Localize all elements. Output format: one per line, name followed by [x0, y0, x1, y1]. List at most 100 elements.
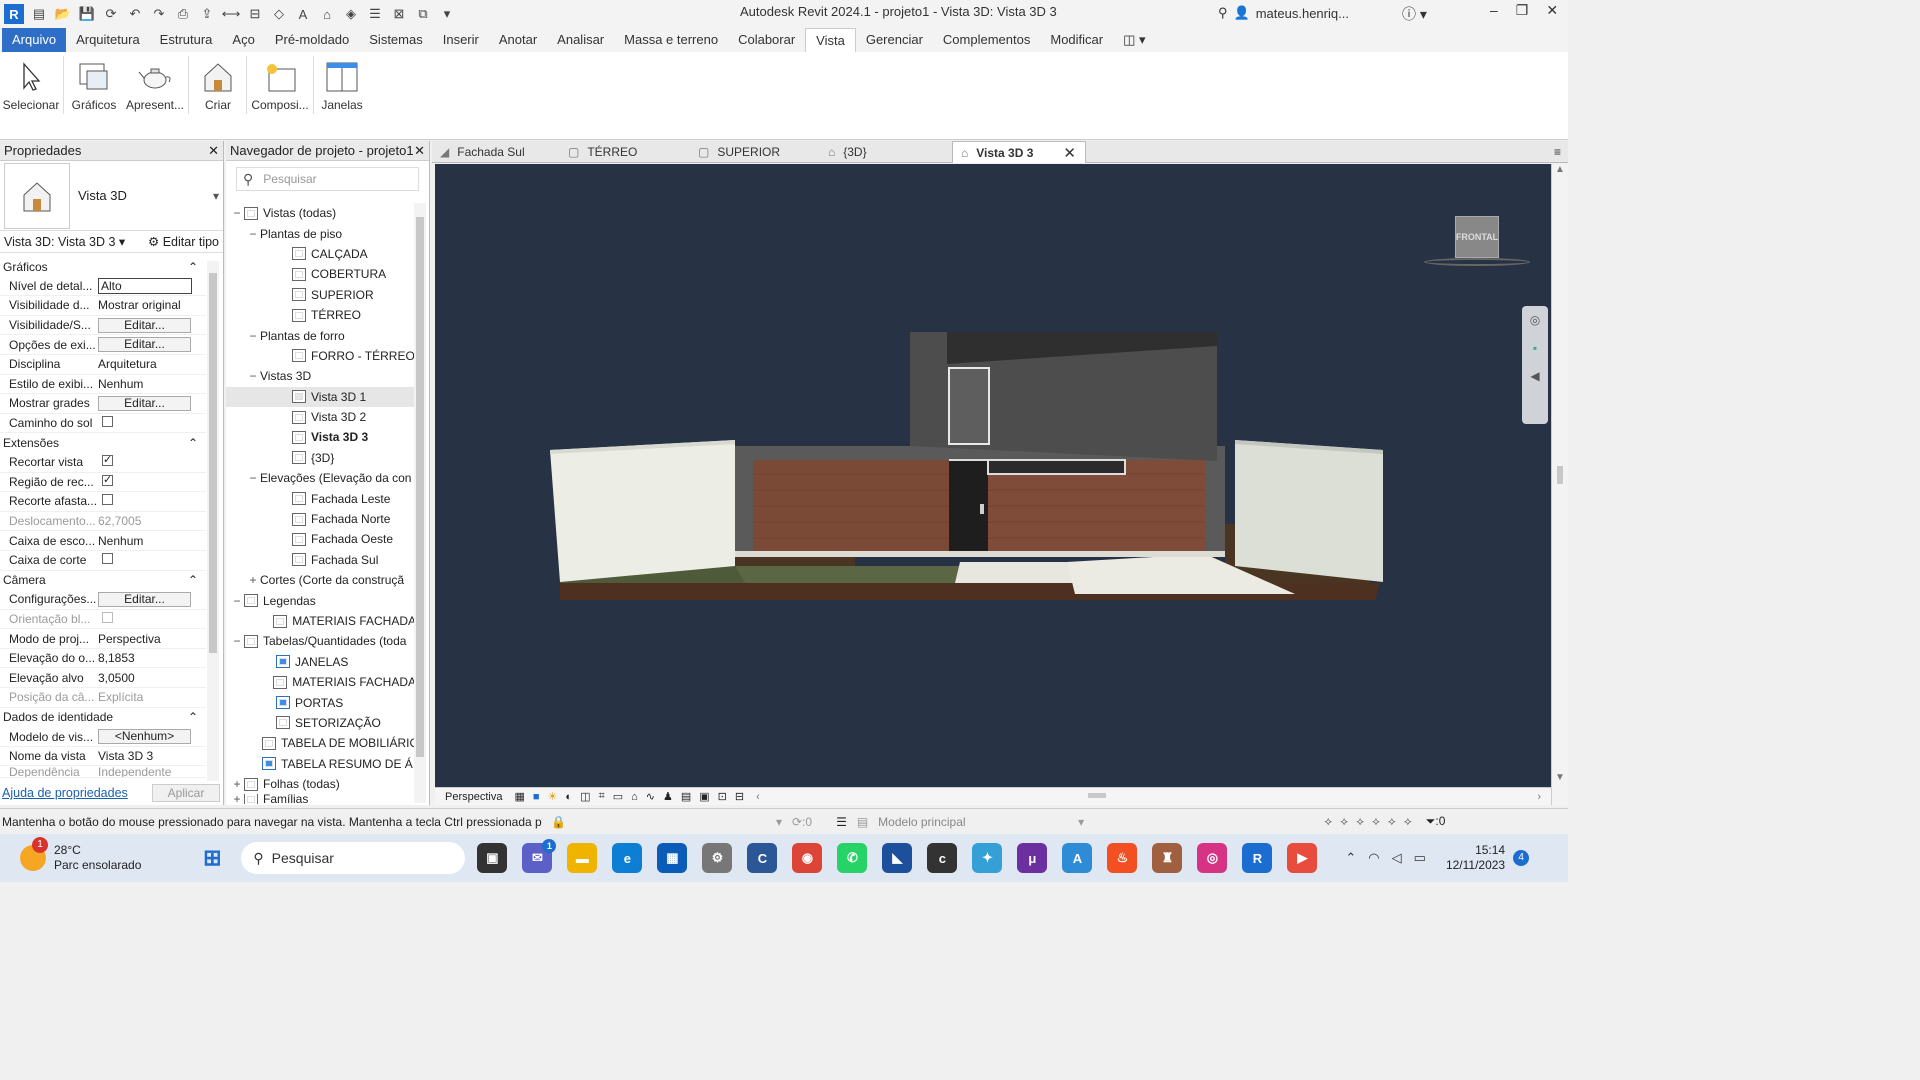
align-icon[interactable]: ⊟ — [246, 5, 264, 23]
chrome-icon[interactable]: ◉ — [792, 843, 823, 873]
visual-style-icon[interactable]: ■ — [533, 791, 540, 803]
notification-badge[interactable]: 4 — [1513, 850, 1530, 866]
browser-item[interactable]: − Plantas de forro — [226, 325, 416, 345]
measure-icon[interactable]: ⟷ — [222, 5, 241, 23]
ribbon-tab-9[interactable]: Massa e terreno — [614, 28, 728, 52]
view-tab-terreo[interactable]: ▢ TÉRREO — [560, 141, 690, 163]
browser-item[interactable]: Fachada Oeste — [226, 529, 416, 549]
browser-item[interactable]: TÉRREO — [226, 305, 416, 325]
browser-item[interactable]: − Plantas de piso — [226, 223, 416, 243]
viewcube-front[interactable]: FRONTAL — [1455, 216, 1499, 258]
app-flame-icon[interactable]: ♨ — [1107, 843, 1138, 873]
user-name[interactable]: mateus.henriq... — [1256, 6, 1349, 21]
browser-item[interactable]: + Folhas (todas) — [226, 774, 416, 794]
browser-item[interactable]: MATERIAIS FACHADA — [226, 611, 416, 631]
view-tab-fachada-sul[interactable]: ◢ Fachada Sul — [432, 141, 560, 163]
filter-icon[interactable]: ⏷:0 — [1426, 814, 1446, 829]
view-tab-superior[interactable]: ▢ SUPERIOR — [690, 141, 820, 163]
analytical-icon[interactable]: ⊡ — [718, 790, 727, 803]
restore-icon[interactable]: ❐ — [1516, 2, 1529, 19]
section-camera[interactable]: Câmera ⌃ — [0, 570, 206, 591]
sun-icon[interactable]: ☀ — [548, 790, 558, 803]
selection-icons[interactable]: ⟡⟡⟡⟡⟡⟡ — [1324, 814, 1420, 829]
scroll-left-icon[interactable]: ‹ — [756, 791, 760, 803]
vertical-scrollbar[interactable]: ▲ ▼ — [1551, 164, 1568, 805]
help-icon[interactable]: ⓘ ▾ — [1402, 4, 1427, 24]
close-hidden-icon[interactable]: ⊠ — [390, 5, 408, 23]
browser-item[interactable]: TABELA DE MOBILIÁRIO — [226, 733, 416, 753]
task-view-icon[interactable]: ▣ — [477, 843, 508, 873]
view-template-button[interactable]: <Nenhum> — [98, 729, 191, 745]
browser-item[interactable]: + Cortes (Corte da construçã — [226, 570, 416, 590]
steering-wheel-icon[interactable]: ◎ — [1522, 306, 1548, 334]
browser-item[interactable]: CALÇADA — [226, 244, 416, 264]
browser-item[interactable]: Fachada Sul — [226, 550, 416, 570]
ribbon-toggle-icon[interactable]: ◫ ▾ — [1113, 28, 1155, 52]
undo-icon[interactable]: ↶ — [126, 5, 144, 23]
detail-level-field[interactable]: Alto — [98, 277, 192, 294]
horizontal-scrollbar[interactable] — [768, 792, 1530, 801]
select-button[interactable]: Selecionar — [2, 54, 60, 112]
model-dropdown-icon[interactable]: ▾ — [1078, 815, 1084, 829]
app-star-icon[interactable]: ✦ — [972, 843, 1003, 873]
collapse-icon[interactable]: − — [230, 206, 244, 220]
3d-viewport[interactable]: FRONTAL ◎ ▪ ◀ — [435, 164, 1551, 787]
browser-item[interactable]: MATERIAIS FACHADA — [226, 672, 416, 692]
text-icon[interactable]: A — [294, 5, 312, 23]
ribbon-tab-10[interactable]: Colaborar — [728, 28, 805, 52]
browser-item[interactable]: − Legendas — [226, 590, 416, 610]
browser-item[interactable]: Vista 3D 1 — [226, 386, 416, 407]
camera-edit-button[interactable]: Editar... — [98, 591, 191, 607]
thin-lines-icon[interactable]: ☰ — [366, 5, 384, 23]
scroll-right-icon[interactable]: › — [1537, 791, 1541, 803]
tabs-menu-icon[interactable]: ≡ — [1546, 141, 1566, 163]
close-browser-icon[interactable]: ✕ — [414, 143, 425, 159]
ribbon-tab-4[interactable]: Pré-moldado — [265, 28, 359, 52]
temp-props-icon[interactable]: ▤ — [681, 790, 691, 803]
browser-item[interactable]: SETORIZAÇÃO — [226, 713, 416, 733]
view-tab-vista-3d-3[interactable]: ⌂ Vista 3D 3 ✕ — [952, 141, 1086, 163]
autocad-icon[interactable]: ◣ — [882, 843, 913, 873]
graphics-button[interactable]: Gráficos — [66, 54, 122, 112]
weather-widget[interactable]: 1 28°C Parc ensolarado — [20, 837, 141, 873]
print-icon[interactable]: ⎙ — [174, 5, 192, 23]
visibility-edit-button[interactable]: Editar... — [98, 317, 191, 333]
revit-taskbar-icon[interactable]: R — [1242, 843, 1273, 873]
browser-item[interactable]: − Tabelas/Quantidades (toda — [226, 631, 416, 651]
battery-icon[interactable]: ▭ — [1414, 850, 1426, 866]
customize-qat-icon[interactable]: ▾ — [438, 5, 456, 23]
detail-level-icon[interactable]: ▦ — [514, 790, 524, 803]
taskbar-search[interactable]: ⚲ Pesquisar — [241, 842, 466, 874]
export-icon[interactable]: ⇪ — [198, 5, 216, 23]
compose-button[interactable]: Composi... — [249, 54, 311, 112]
section-extents[interactable]: Extensões ⌃ — [0, 433, 206, 453]
start-icon[interactable]: ⊞ — [197, 843, 227, 873]
collapse-icon[interactable]: − — [230, 594, 244, 608]
grids-edit-button[interactable]: Editar... — [98, 395, 191, 411]
browser-item[interactable]: SUPERIOR — [226, 285, 416, 305]
ribbon-tab-5[interactable]: Sistemas — [359, 28, 432, 52]
create-button[interactable]: Criar — [192, 54, 244, 112]
tag-icon[interactable]: ◇ — [270, 5, 288, 23]
app-c-icon[interactable]: C — [747, 843, 778, 873]
temp-hide-icon[interactable]: ∿ — [646, 790, 655, 803]
dropdown-icon[interactable]: ▾ — [213, 189, 219, 203]
whatsapp-icon[interactable]: ✆ — [837, 843, 868, 873]
revit-logo[interactable]: R — [4, 4, 24, 24]
properties-scrollbar[interactable] — [207, 261, 219, 781]
browser-item[interactable]: TABELA RESUMO DE ÁI — [226, 754, 416, 774]
binoculars-icon[interactable]: ⚲ — [1218, 5, 1228, 21]
settings-icon[interactable]: ⚙ — [702, 843, 733, 873]
constraints-icon[interactable]: ⊟ — [735, 790, 744, 803]
browser-item[interactable]: − Vistas 3D — [226, 366, 416, 386]
design-option-icon[interactable]: ▤ — [857, 815, 868, 829]
reveal-hidden-icon[interactable]: ♟ — [663, 790, 673, 803]
collapse-icon[interactable]: − — [246, 329, 260, 343]
far-clip-checkbox[interactable] — [102, 494, 113, 506]
close-properties-icon[interactable]: ✕ — [208, 143, 219, 159]
browser-item[interactable]: − Vistas (todas) — [226, 203, 416, 223]
user-area[interactable]: ⚲ 👤 mateus.henriq... — [1218, 5, 1349, 21]
properties-help-link[interactable]: Ajuda de propriedades — [2, 786, 128, 800]
save-icon[interactable]: 💾 — [78, 5, 96, 23]
collapse-icon[interactable]: − — [246, 471, 260, 485]
